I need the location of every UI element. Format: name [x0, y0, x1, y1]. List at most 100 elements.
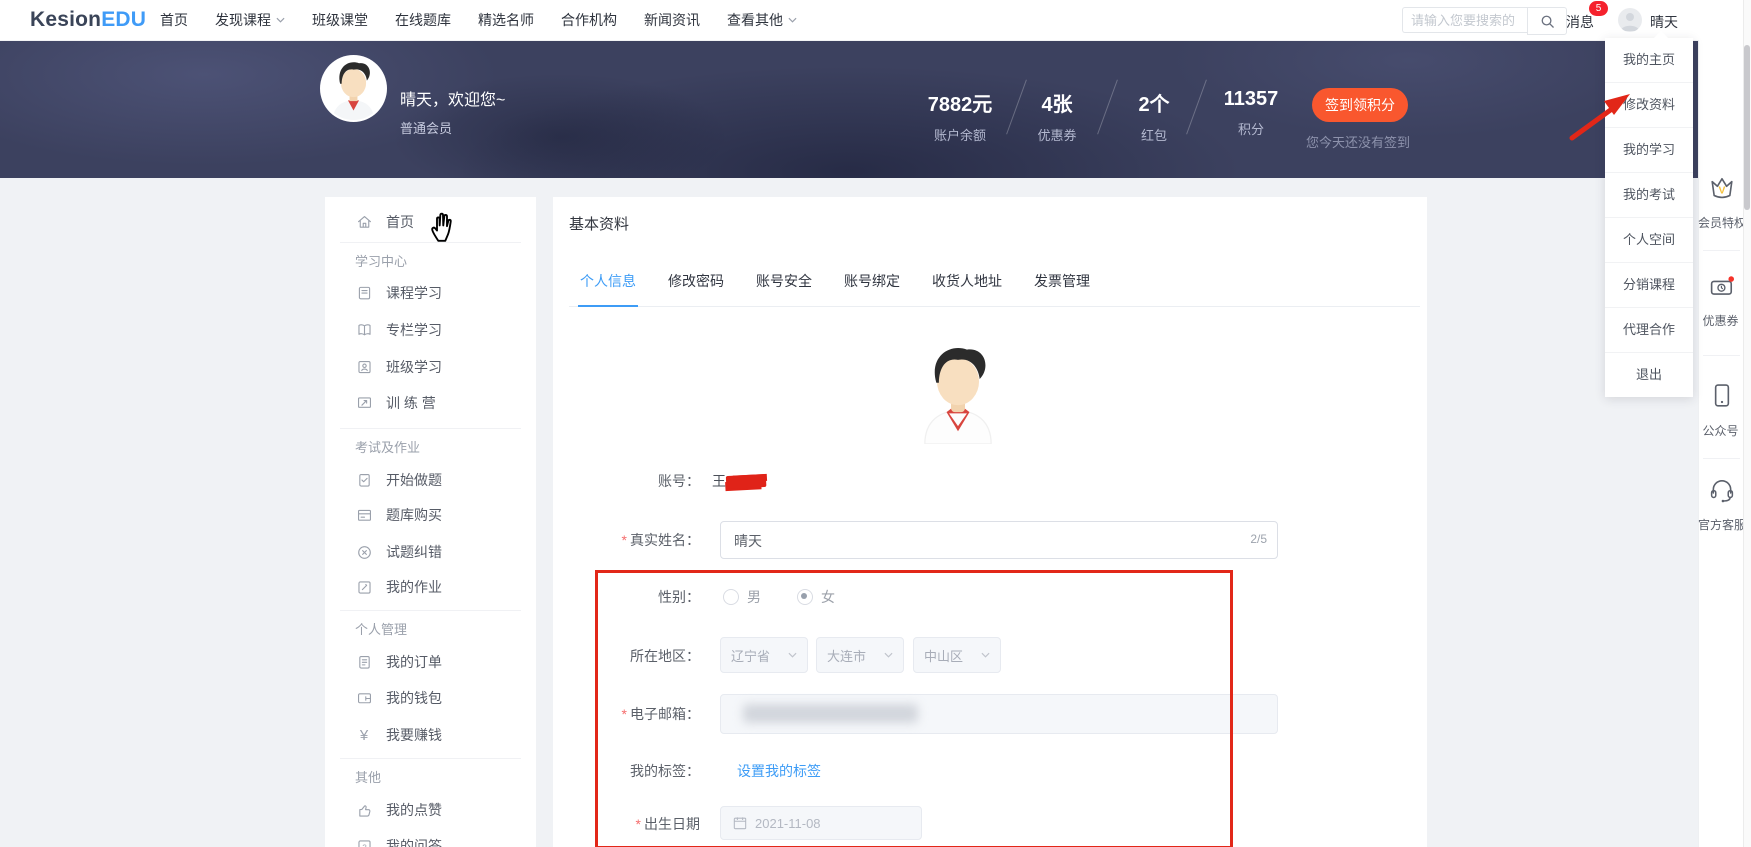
tab-invoice-management[interactable]: 发票管理 [1032, 265, 1092, 306]
tab-shipping-address[interactable]: 收货人地址 [930, 265, 1004, 306]
nav-discover-courses[interactable]: 发现课程 [215, 10, 285, 30]
email-input[interactable] [720, 694, 1278, 734]
nav-partners[interactable]: 合作机构 [561, 10, 617, 30]
menu-logout[interactable]: 退出 [1605, 352, 1693, 397]
toolbar-official-account[interactable]: 公众号 [1699, 381, 1744, 439]
search-input[interactable] [1402, 7, 1527, 33]
stat-points[interactable]: 11357 积分 [1191, 88, 1311, 138]
district-select[interactable]: 中山区 [913, 637, 1001, 673]
tab-personal-info[interactable]: 个人信息 [578, 265, 638, 307]
nav-class-room[interactable]: 班级课堂 [312, 10, 368, 30]
toolbar-coupons[interactable]: 优惠券 [1699, 271, 1744, 329]
wallet-icon [355, 689, 373, 707]
messages-link[interactable]: 消息 [1566, 12, 1594, 32]
crown-icon: V [1710, 177, 1733, 199]
sidebar-item-my-likes[interactable]: 我的点赞 [355, 800, 442, 820]
char-counter: 2/5 [1250, 532, 1267, 546]
profile-avatar[interactable] [907, 342, 1009, 449]
required-star: * [635, 816, 641, 832]
headset-icon [1710, 479, 1733, 503]
sidebar-item-my-wallet[interactable]: 我的钱包 [355, 688, 442, 708]
screen-icon [355, 394, 373, 412]
menu-distribution-courses[interactable]: 分销课程 [1605, 262, 1693, 307]
nav-news[interactable]: 新闻资讯 [644, 10, 700, 30]
profile-tabs: 个人信息 修改密码 账号安全 账号绑定 收货人地址 发票管理 [569, 265, 1420, 307]
sidebar-item-my-orders[interactable]: 我的订单 [355, 652, 442, 672]
sidebar-item-error-correction[interactable]: 试题纠错 [355, 542, 442, 562]
city-select[interactable]: 大连市 [816, 637, 904, 673]
sidebar-section-study-center: 学习中心 [355, 254, 408, 269]
welcome-text: 晴天，欢迎您~ [400, 92, 506, 109]
sidebar-section-other: 其他 [355, 770, 382, 785]
birthdate-input[interactable]: 2021-11-08 [720, 806, 922, 840]
tags-label: 我的标签： [630, 763, 700, 779]
nav-featured-teachers[interactable]: 精选名师 [478, 10, 534, 30]
sidebar-item-my-qa[interactable]: ? 我的问答 [355, 836, 442, 847]
sidebar-item-training-camp[interactable]: 训 练 营 [355, 393, 436, 413]
calendar-icon [733, 817, 747, 830]
sidebar-item-my-homework[interactable]: 我的作业 [355, 577, 442, 597]
birthdate-label: * 出生日期 [635, 816, 700, 832]
signin-points-button[interactable]: 签到领积分 [1312, 88, 1408, 122]
home-icon [355, 213, 373, 231]
sidebar-item-earn-money[interactable]: ¥ 我要赚钱 [355, 725, 442, 745]
logo-edu: EDU [101, 8, 147, 31]
nav-question-bank[interactable]: 在线题库 [395, 10, 451, 30]
realname-input[interactable]: 晴天 2/5 [720, 521, 1278, 559]
radio-male[interactable] [723, 589, 739, 605]
menu-my-exams[interactable]: 我的考试 [1605, 172, 1693, 217]
open-book-icon [355, 321, 373, 339]
toolbar-vip[interactable]: V 会员特权 [1698, 173, 1746, 231]
scrollbar-thumb[interactable] [1744, 45, 1750, 210]
sidebar-item-start-quiz[interactable]: 开始做题 [355, 470, 442, 490]
redaction-scribble [725, 473, 767, 490]
yen-icon: ¥ [359, 726, 369, 744]
required-star: * [621, 706, 627, 722]
tab-account-binding[interactable]: 账号绑定 [842, 265, 902, 306]
tab-change-password[interactable]: 修改密码 [666, 265, 726, 306]
menu-my-homepage[interactable]: 我的主页 [1605, 38, 1693, 82]
blurred-email-value [743, 704, 918, 723]
menu-edit-profile[interactable]: 修改资料 [1605, 82, 1693, 127]
sidebar-item-course-study[interactable]: 课程学习 [355, 283, 442, 303]
logo-kesion: Kesion [30, 8, 102, 31]
sidebar-item-class-study[interactable]: 班级学习 [355, 357, 442, 377]
user-avatar-small[interactable] [1618, 8, 1642, 32]
toolbar-customer-service[interactable]: 官方客服 [1698, 475, 1746, 533]
menu-personal-space[interactable]: 个人空间 [1605, 217, 1693, 262]
user-dropdown-menu: 我的主页 修改资料 我的学习 我的考试 个人空间 分销课程 代理合作 退出 [1605, 38, 1693, 397]
banner-background [0, 40, 1698, 178]
menu-agent-cooperation[interactable]: 代理合作 [1605, 307, 1693, 352]
order-list-icon [355, 653, 373, 671]
logo[interactable]: KesionEDU [30, 8, 146, 32]
gender-female-option[interactable]: 女 [797, 587, 835, 607]
radio-female-selected[interactable] [797, 589, 813, 605]
province-select[interactable]: 辽宁省 [720, 637, 808, 673]
gender-male-option[interactable]: 男 [723, 587, 761, 607]
search-group [1402, 7, 1567, 35]
signin-hint: 您今天还没有签到 [1306, 135, 1411, 150]
sidebar-item-bank-purchase[interactable]: 题库购买 [355, 505, 442, 525]
tab-account-security[interactable]: 账号安全 [754, 265, 814, 306]
user-avatar-large[interactable] [322, 57, 385, 120]
account-label: 账号： [658, 473, 700, 489]
sidebar-item-home[interactable]: 首页 [355, 212, 414, 232]
sidebar-item-column-study[interactable]: 专栏学习 [355, 320, 442, 340]
username-label[interactable]: 晴天 [1650, 12, 1678, 32]
nav-view-more[interactable]: 查看其他 [727, 10, 797, 30]
page-title: 基本资料 [569, 216, 630, 233]
required-star: * [621, 532, 627, 548]
search-button[interactable] [1527, 7, 1567, 35]
menu-my-study[interactable]: 我的学习 [1605, 127, 1693, 172]
sidebar: 首页 学习中心 课程学习 专栏学习 班级学习 训 练 营 考试及作业 开始做题 … [325, 197, 536, 847]
set-tags-link[interactable]: 设置我的标签 [737, 761, 821, 781]
account-value: 王 [712, 471, 767, 491]
divider [1703, 355, 1740, 356]
nav-home[interactable]: 首页 [160, 10, 188, 30]
realname-label: * 真实姓名： [621, 532, 700, 548]
course-icon [355, 284, 373, 302]
sidebar-section-personal: 个人管理 [355, 622, 408, 637]
divider [340, 428, 521, 429]
divider [340, 242, 521, 243]
chevron-down-icon [884, 652, 893, 658]
